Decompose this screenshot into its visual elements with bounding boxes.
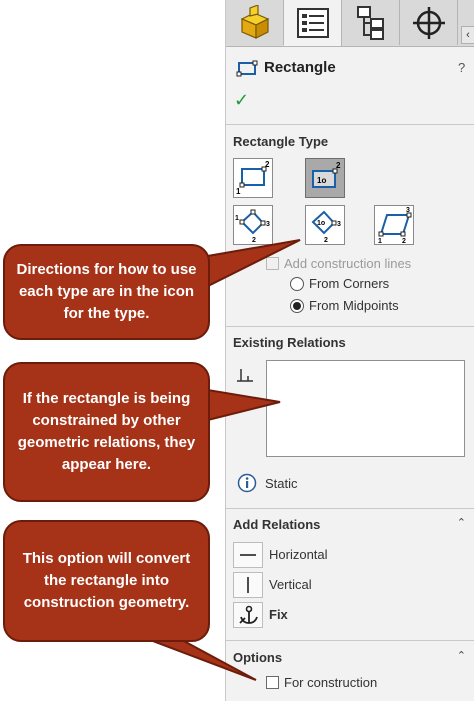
svg-text:3: 3: [337, 221, 341, 228]
three-point-corner-rectangle-type-button[interactable]: 1 3 2: [233, 205, 273, 245]
add-relation-horizontal[interactable]: Horizontal: [233, 542, 465, 568]
property-manager-panel: ‹ Rectangle ? ✓ Rectangle Type 2 1 1o 2: [225, 0, 474, 701]
relations-status-text: Static: [265, 476, 298, 491]
from-corners-radio-row[interactable]: From Corners: [290, 276, 389, 291]
add-relation-vertical[interactable]: Vertical: [233, 572, 465, 598]
existing-relations-list[interactable]: [266, 360, 465, 457]
svg-text:2: 2: [336, 161, 341, 170]
help-icon[interactable]: ?: [458, 60, 472, 75]
callout-text: If the rectangle is being constrained by…: [17, 390, 196, 473]
add-construction-lines-label: Add construction lines: [284, 256, 412, 271]
section-divider: [226, 124, 474, 125]
add-relations-section-title: Add Relations: [233, 517, 321, 532]
from-midpoints-radio[interactable]: [290, 298, 304, 313]
callout-for-construction: This option will convert the rectangle i…: [3, 520, 210, 642]
vertical-relation-icon: [233, 572, 263, 598]
svg-text:1o: 1o: [317, 176, 326, 185]
parallelogram-type-button[interactable]: 3 1 2: [374, 205, 414, 245]
callout-rectangle-type: Directions for how to use each type are …: [3, 244, 210, 340]
options-collapse-icon[interactable]: ⌃: [457, 649, 466, 662]
corner-rectangle-type-button[interactable]: 2 1: [233, 158, 273, 198]
three-point-center-rectangle-type-button[interactable]: 1o 3 2: [305, 205, 345, 245]
parallelogram-icon: 3 1 2: [378, 207, 412, 245]
fix-label: Fix: [269, 607, 288, 622]
callout-text: Directions for how to use each type are …: [16, 261, 197, 322]
add-construction-lines-checkbox[interactable]: [266, 257, 279, 270]
add-relation-fix[interactable]: Fix: [233, 602, 465, 628]
rectangle-tool-icon: [236, 60, 258, 77]
for-construction-checkbox[interactable]: [266, 676, 279, 689]
add-construction-lines-checkbox-row[interactable]: Add construction lines: [266, 256, 411, 271]
horizontal-label: Horizontal: [269, 547, 328, 562]
svg-text:1: 1: [378, 238, 382, 244]
section-divider: [226, 640, 474, 641]
callout-text: This option will convert the rectangle i…: [22, 550, 191, 611]
for-construction-checkbox-row[interactable]: For construction: [266, 675, 377, 690]
property-manager-icon: [296, 8, 329, 38]
fix-anchor-icon: [233, 602, 263, 628]
callout-existing-relations: If the rectangle is being constrained by…: [3, 362, 210, 502]
page-title: Rectangle: [264, 59, 336, 76]
ok-check-button[interactable]: ✓: [234, 90, 249, 111]
svg-text:2: 2: [324, 237, 328, 244]
svg-text:2: 2: [402, 238, 406, 244]
rectangle-type-section-title: Rectangle Type: [233, 134, 329, 149]
existing-relations-section-title: Existing Relations: [233, 335, 346, 350]
dimxpert-crosshair-icon: [412, 6, 445, 39]
for-construction-label: For construction: [284, 675, 378, 690]
info-icon: [237, 473, 257, 493]
tab-feature-manager[interactable]: [226, 0, 284, 45]
add-relations-collapse-icon[interactable]: ⌃: [457, 516, 466, 529]
svg-text:2: 2: [265, 160, 270, 169]
section-divider: [226, 508, 474, 509]
part-feature-manager-icon: [240, 4, 269, 39]
configuration-manager-icon: [356, 5, 384, 40]
horizontal-relation-icon: [233, 542, 263, 568]
svg-text:1: 1: [235, 215, 239, 222]
three-point-center-rectangle-icon: 1o 3 2: [311, 210, 341, 244]
from-midpoints-label: From Midpoints: [309, 298, 399, 313]
tab-scroll-left-icon[interactable]: ‹: [461, 26, 474, 44]
center-rectangle-type-button[interactable]: 1o 2: [305, 158, 345, 198]
three-point-corner-rectangle-icon: 1 3 2: [235, 209, 270, 244]
from-corners-radio[interactable]: [290, 276, 304, 291]
options-section-title: Options: [233, 650, 283, 665]
tab-configuration-manager[interactable]: [342, 0, 400, 45]
relation-perpendicular-icon: [237, 369, 253, 382]
property-manager-header: Rectangle ?: [234, 58, 472, 80]
corner-rectangle-icon: 2 1: [236, 160, 270, 196]
svg-text:3: 3: [406, 207, 410, 214]
manager-tab-strip: ‹: [226, 0, 474, 47]
tab-property-manager[interactable]: [284, 0, 342, 46]
center-rectangle-icon: 1o 2: [312, 161, 341, 188]
from-corners-label: From Corners: [309, 276, 390, 291]
section-divider: [226, 326, 474, 327]
svg-text:2: 2: [252, 237, 256, 244]
svg-text:1o: 1o: [317, 220, 325, 227]
svg-text:1: 1: [236, 187, 241, 196]
from-midpoints-radio-row[interactable]: From Midpoints: [290, 298, 399, 313]
svg-text:3: 3: [266, 221, 270, 228]
tab-dimxpert-manager[interactable]: [400, 0, 458, 45]
vertical-label: Vertical: [269, 577, 312, 592]
